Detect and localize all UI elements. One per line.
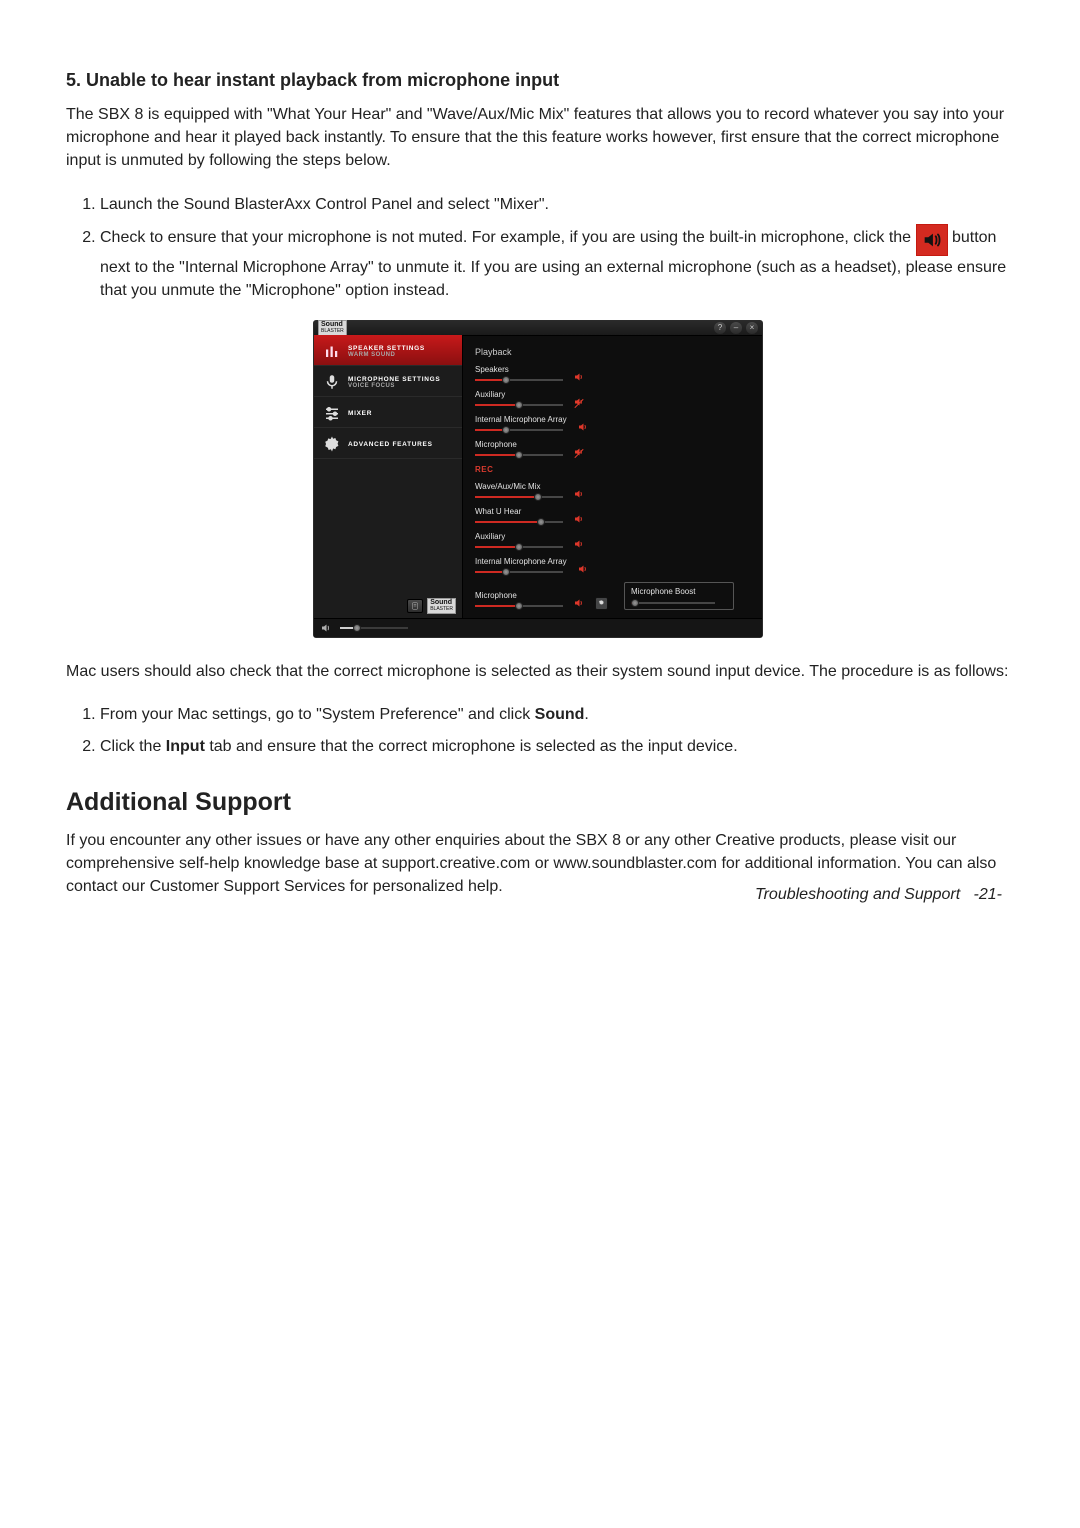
mixer-bottombar (314, 619, 762, 637)
sidebar-item-mixer[interactable]: MIXER (314, 397, 462, 428)
step-b2-pre: Click the (100, 738, 166, 755)
channel-slider[interactable] (475, 568, 563, 576)
footer-page: -21- (974, 886, 1002, 903)
microphone-boost-label: Microphone Boost (631, 587, 727, 596)
step-a1: Launch the Sound BlasterAxx Control Pane… (100, 189, 1010, 220)
sidebar-brand-tag: Sound BLASTER (427, 598, 456, 614)
section-5-paragraph: The SBX 8 is equipped with "What Your He… (66, 103, 1010, 173)
channel-slider[interactable] (475, 376, 563, 384)
steps-list-a: Launch the Sound BlasterAxx Control Pane… (80, 189, 1010, 307)
sidebar-item-subtitle: VOICE FOCUS (348, 383, 440, 389)
step-b1: From your Mac settings, go to "System Pr… (100, 699, 1010, 730)
sidebar-item-title: MIXER (348, 410, 372, 417)
master-volume-slider[interactable] (340, 624, 408, 632)
sidebar-item-subtitle: WARM SOUND (348, 352, 425, 358)
mixer-titlebar: Sound BLASTER ? – × (314, 321, 762, 336)
mac-intro-paragraph: Mac users should also check that the cor… (66, 660, 1010, 683)
eq-bars-icon (322, 341, 342, 361)
brand-sub: BLASTER (321, 327, 344, 335)
step-b1-bold: Sound (535, 706, 585, 723)
minimize-icon[interactable]: – (730, 322, 742, 334)
footer-section: Troubleshooting and Support (755, 886, 960, 903)
step-b1-post: . (584, 706, 588, 723)
step-a2-pre: Check to ensure that your microphone is … (100, 229, 916, 246)
channel-label: Wave/Aux/Mic Mix (475, 482, 563, 491)
step-b2-post: tab and ensure that the correct micropho… (205, 738, 738, 755)
document-page: 5. Unable to hear instant playback from … (0, 0, 1080, 944)
steps-list-b: From your Mac settings, go to "System Pr… (80, 699, 1010, 761)
close-icon[interactable]: × (746, 322, 758, 334)
mute-toggle-icon[interactable] (577, 421, 589, 434)
channel-settings-gear-icon[interactable] (595, 597, 608, 610)
page-footer: Troubleshooting and Support -21- (755, 886, 1002, 904)
channel-slider[interactable] (475, 401, 563, 409)
channel-slider[interactable] (475, 543, 563, 551)
additional-support-title: Additional Support (66, 788, 1010, 817)
sidebar-item-advanced[interactable]: ADVANCED FEATURES (314, 428, 462, 459)
help-icon[interactable]: ? (714, 322, 726, 334)
section-5-title: 5. Unable to hear instant playback from … (66, 70, 1010, 91)
channel-slider[interactable] (475, 426, 563, 434)
channel-row: What U Hear (475, 507, 750, 526)
sliders-icon (322, 403, 342, 423)
channel-row: Auxiliary (475, 532, 750, 551)
mute-speaker-icon (916, 224, 948, 256)
mute-toggle-icon[interactable] (573, 538, 585, 551)
mixer-content: Playback Speakers Auxiliary Internal Micro… (463, 335, 762, 618)
channel-label: Internal Microphone Array (475, 557, 567, 566)
mute-toggle-icon[interactable] (573, 371, 585, 384)
channel-row: Speakers (475, 365, 750, 384)
master-speaker-icon[interactable] (320, 622, 332, 635)
channel-slider[interactable] (475, 451, 563, 459)
step-b2-bold: Input (166, 738, 205, 755)
channel-row: Wave/Aux/Mic Mix (475, 482, 750, 501)
step-b2: Click the Input tab and ensure that the … (100, 731, 1010, 762)
mute-toggle-icon[interactable] (573, 488, 585, 501)
mute-toggle-icon[interactable] (573, 396, 585, 409)
channel-label: Microphone (475, 440, 563, 449)
sidebar-item-speaker[interactable]: SPEAKER SETTINGSWARM SOUND (314, 335, 462, 366)
channel-label: Auxiliary (475, 390, 563, 399)
device-small-icon[interactable] (407, 599, 423, 613)
rec-section-label: REC (475, 465, 750, 474)
step-a2: Check to ensure that your microphone is … (100, 220, 1010, 306)
mixer-sidebar: SPEAKER SETTINGSWARM SOUNDMICROPHONE SET… (314, 335, 463, 618)
channel-slider[interactable] (475, 493, 563, 501)
sidebar-item-title: MICROPHONE SETTINGS (348, 376, 440, 383)
channel-row: Microphone (475, 440, 750, 459)
mute-toggle-icon[interactable] (573, 597, 585, 610)
channel-row: Internal Microphone Array (475, 557, 750, 576)
mute-toggle-icon[interactable] (573, 446, 585, 459)
channel-slider[interactable] (475, 602, 563, 610)
playback-section-label: Playback (475, 347, 750, 357)
gear-icon (322, 434, 342, 454)
microphone-boost-box: Microphone Boost (624, 582, 734, 610)
step-b1-pre: From your Mac settings, go to "System Pr… (100, 706, 535, 723)
channel-label: Internal Microphone Array (475, 415, 567, 424)
sidebar-item-microphone[interactable]: MICROPHONE SETTINGSVOICE FOCUS (314, 366, 462, 397)
channel-label: What U Hear (475, 507, 563, 516)
microphone-boost-slider[interactable] (631, 599, 715, 607)
channel-label: Speakers (475, 365, 563, 374)
channel-slider[interactable] (475, 518, 563, 526)
channel-label: Auxiliary (475, 532, 563, 541)
channel-row: Internal Microphone Array (475, 415, 750, 434)
mute-toggle-icon[interactable] (577, 563, 589, 576)
sidebar-item-title: SPEAKER SETTINGS (348, 345, 425, 352)
channel-row: Auxiliary (475, 390, 750, 409)
mixer-panel-screenshot: Sound BLASTER ? – × SPEAKER SETTINGSWARM… (313, 320, 763, 638)
sidebar-item-title: ADVANCED FEATURES (348, 441, 433, 448)
brand-tag: Sound BLASTER (318, 320, 347, 336)
mute-toggle-icon[interactable] (573, 513, 585, 526)
channel-row: Microphone Microphone Boost (475, 582, 750, 610)
channel-label: Microphone (475, 591, 563, 600)
mic-icon (322, 372, 342, 392)
sidebar-brand-sub: BLASTER (430, 605, 453, 613)
